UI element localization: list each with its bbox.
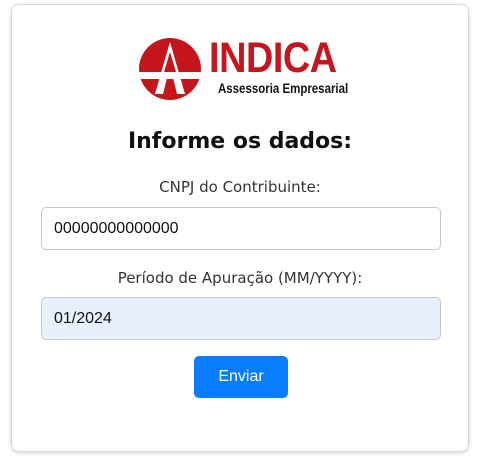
periodo-input[interactable] <box>41 297 441 340</box>
cnpj-label: CNPJ do Contribuinte: <box>159 178 321 196</box>
page-title: Informe os dados: <box>127 129 353 154</box>
brand-tagline: Assessoria Empresarial <box>218 80 349 96</box>
brand-name: INDICA <box>209 34 337 82</box>
periodo-label: Período de Apuração (MM/YYYY): <box>117 269 363 287</box>
indica-logo-mark-icon <box>139 38 201 100</box>
cnpj-input[interactable] <box>41 207 441 250</box>
company-logo: INDICA Assessoria Empresarial <box>137 34 352 102</box>
submit-button[interactable]: Enviar <box>194 356 288 398</box>
